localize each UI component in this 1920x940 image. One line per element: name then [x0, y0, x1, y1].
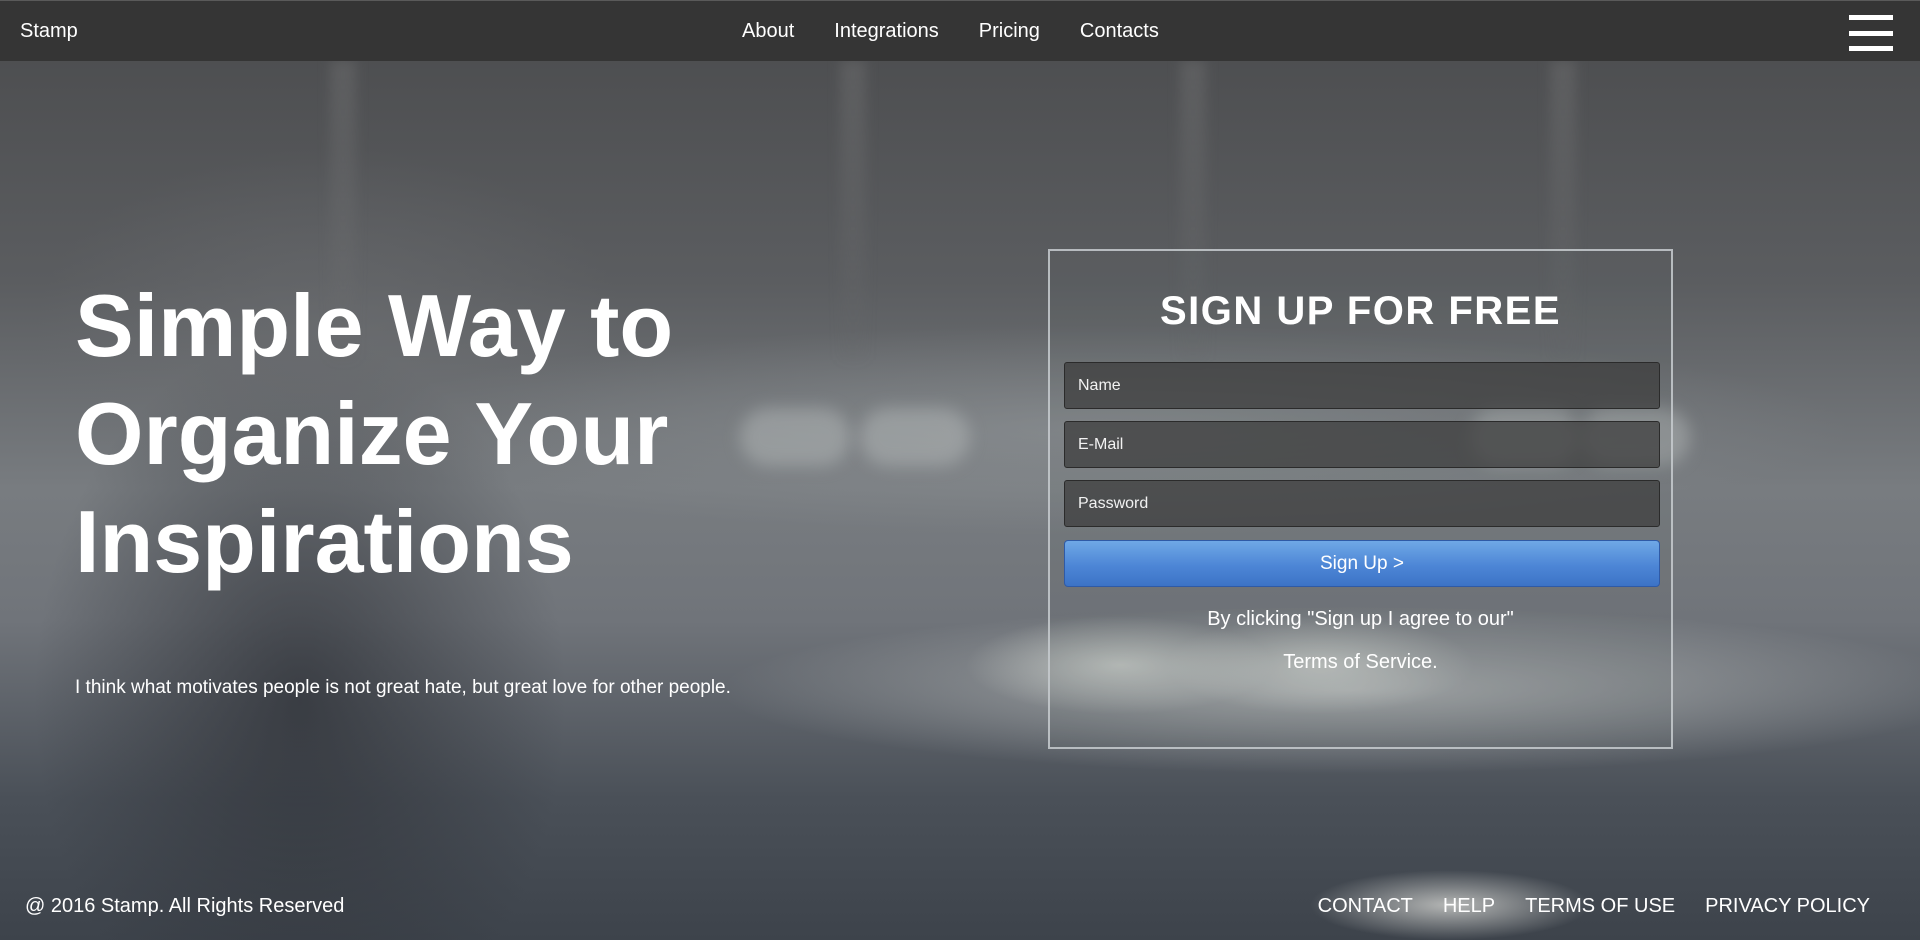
- signup-heading: SIGN UP FOR FREE: [1159, 289, 1562, 333]
- signup-form: SIGN UP FOR FREE Sign Up > By clicking "…: [1048, 249, 1673, 749]
- terms-of-service-link[interactable]: Terms of Service.: [1050, 651, 1671, 674]
- copyright-text: @ 2016 Stamp. All Rights Reserved: [25, 895, 345, 917]
- nav-contacts[interactable]: Contacts: [1080, 20, 1159, 43]
- nav-integrations[interactable]: Integrations: [834, 20, 939, 43]
- signup-button[interactable]: Sign Up >: [1064, 540, 1660, 587]
- main-nav: About Integrations Pricing Contacts: [742, 20, 1199, 43]
- footer-link-contact[interactable]: CONTACT: [1318, 895, 1413, 918]
- email-input[interactable]: [1064, 421, 1660, 468]
- brand-logo[interactable]: Stamp: [20, 20, 78, 43]
- footer-link-privacy[interactable]: PRIVACY POLICY: [1705, 895, 1870, 918]
- hero-title: Simple Way to Organize Your Inspirations: [75, 272, 775, 596]
- hero-title-line: Simple Way to: [75, 276, 674, 375]
- top-navbar: Stamp About Integrations Pricing Contact…: [0, 0, 1920, 61]
- nav-about[interactable]: About: [742, 20, 794, 43]
- footer-nav: CONTACT HELP TERMS OF USE PRIVACY POLICY: [1288, 895, 1870, 918]
- hero-title-line: Inspirations: [75, 492, 574, 591]
- nav-pricing[interactable]: Pricing: [979, 20, 1040, 43]
- hero-title-line: Organize Your: [75, 384, 669, 483]
- terms-notice: By clicking "Sign up I agree to our": [1207, 608, 1514, 630]
- hero-quote: I think what motivates people is not gre…: [75, 677, 731, 698]
- footer-link-terms[interactable]: TERMS OF USE: [1525, 895, 1675, 918]
- footer-link-help[interactable]: HELP: [1443, 895, 1495, 918]
- password-input[interactable]: [1064, 480, 1660, 527]
- name-input[interactable]: [1064, 362, 1660, 409]
- hamburger-menu-icon[interactable]: [1849, 15, 1893, 51]
